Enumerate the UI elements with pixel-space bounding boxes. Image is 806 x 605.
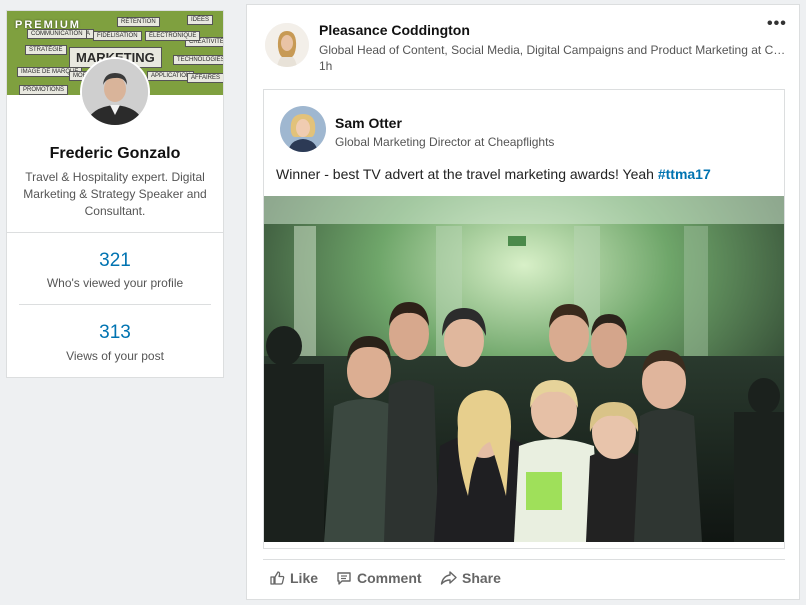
like-label: Like (290, 570, 319, 586)
banner-word: RÉTENTION (117, 17, 160, 27)
premium-badge: PREMIUM (15, 19, 81, 31)
post-timestamp: 1h (319, 59, 333, 73)
actor-avatar-photo (265, 23, 309, 67)
comment-icon (337, 572, 351, 585)
more-icon[interactable]: ••• (767, 15, 787, 33)
banner-word: IDÉES (187, 15, 214, 25)
banner-word: FIDÉLISATION (93, 31, 142, 41)
profile-views-count[interactable]: 321 (7, 250, 223, 272)
post-photo[interactable] (264, 196, 784, 542)
actor-headline: Global Head of Content, Social Media, Di… (319, 43, 787, 57)
comment-button[interactable]: Comment (336, 570, 422, 586)
actor-name[interactable]: Pleasance Coddington (319, 22, 470, 38)
shared-author-name[interactable]: Sam Otter (335, 115, 402, 131)
like-icon (270, 571, 285, 585)
banner-word: TECHNOLOGIES (173, 55, 223, 65)
profile-card: MARKETING STRATÉGIE MÉDIA FIDÉLISATION R… (6, 10, 224, 378)
share-button[interactable]: Share (440, 570, 501, 586)
banner-word: ÉLECTRONIQUE (145, 31, 201, 41)
shared-author-avatar[interactable] (280, 106, 326, 152)
divider (19, 304, 211, 305)
profile-headline: Travel & Hospitality expert. Digital Mar… (23, 170, 207, 218)
actions-divider (263, 559, 785, 560)
shared-post[interactable]: Sam Otter Global Marketing Director at C… (263, 89, 785, 549)
post-views-count[interactable]: 313 (7, 322, 223, 344)
shared-author-avatar-photo (280, 106, 326, 152)
profile-avatar-photo (82, 59, 148, 125)
hashtag-link[interactable]: #ttma17 (658, 166, 711, 182)
banner-word: PROMOTIONS (19, 85, 69, 95)
banner-word: AFFAIRES (187, 73, 223, 83)
share-label: Share (462, 570, 501, 586)
shared-author-headline: Global Marketing Director at Cheapflight… (335, 135, 555, 149)
feed-post: Pleasance Coddington Global Head of Cont… (246, 4, 800, 600)
share-icon (440, 571, 457, 585)
profile-views-label[interactable]: Who's viewed your profile (7, 276, 223, 290)
profile-name[interactable]: Frederic Gonzalo (7, 145, 223, 163)
shared-post-body: Winner - best TV advert at the travel ma… (276, 166, 658, 182)
shared-post-text: Winner - best TV advert at the travel ma… (276, 166, 711, 182)
divider (7, 232, 223, 233)
actor-avatar[interactable] (265, 23, 309, 67)
like-button[interactable]: Like (269, 570, 318, 586)
post-views-label[interactable]: Views of your post (7, 349, 223, 363)
comment-label: Comment (357, 570, 422, 586)
banner-word: STRATÉGIE (25, 45, 67, 55)
post-photo-image (264, 196, 784, 542)
profile-avatar[interactable] (80, 57, 150, 127)
